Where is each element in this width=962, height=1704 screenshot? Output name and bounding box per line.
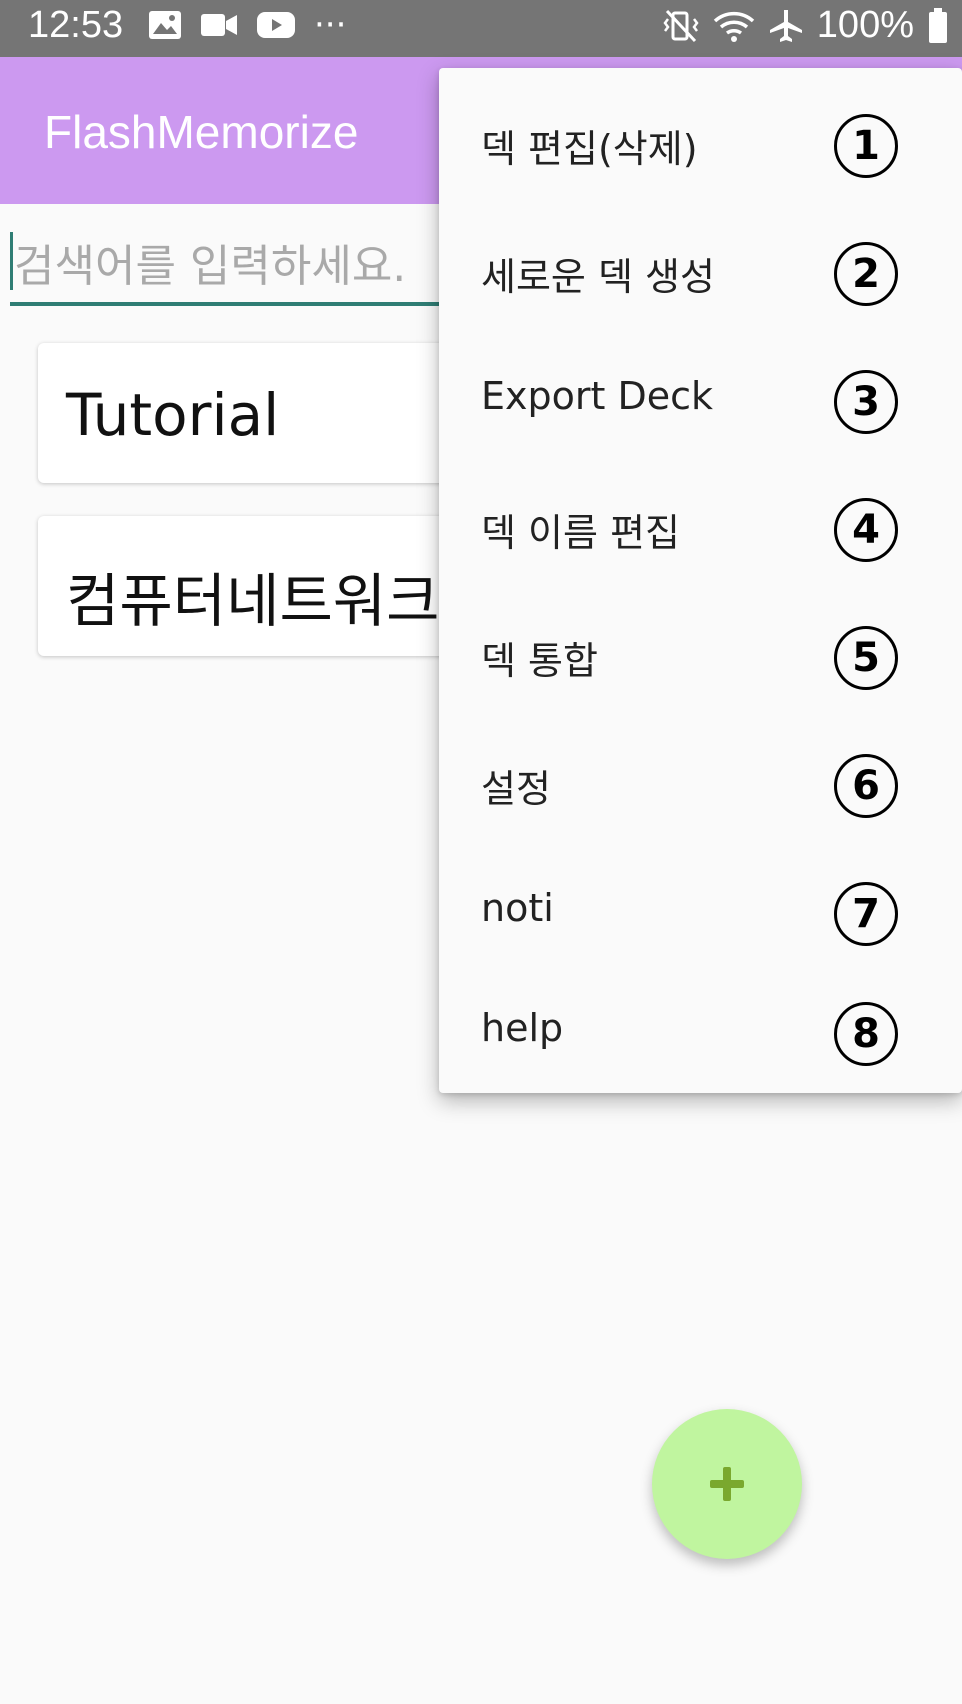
youtube-icon — [257, 12, 295, 38]
app-title: FlashMemorize — [44, 106, 359, 158]
more-dots-icon: ··· — [314, 5, 347, 45]
menu-item-label: 덱 편집(삭제) — [481, 127, 698, 171]
menu-item-noti[interactable]: noti 7 — [439, 858, 962, 968]
battery-percentage: 100% — [816, 4, 914, 46]
video-camera-icon — [201, 14, 237, 36]
deck-name: Tutorial — [66, 381, 280, 449]
number-badge: 5 — [834, 626, 898, 690]
menu-item-edit-delete-deck[interactable]: 덱 편집(삭제) 1 — [439, 90, 962, 200]
menu-item-help[interactable]: help 8 — [439, 978, 962, 1088]
notification-icons: ··· — [148, 5, 347, 45]
menu-item-label: 세로운 덱 생성 — [481, 255, 715, 299]
menu-item-settings[interactable]: 설정 6 — [439, 730, 962, 840]
number-badge: 1 — [834, 114, 898, 178]
battery-icon — [929, 7, 947, 43]
number-badge: 2 — [834, 242, 898, 306]
number-badge: 8 — [834, 1002, 898, 1066]
number-badge: 6 — [834, 754, 898, 818]
menu-item-label: noti — [481, 886, 554, 930]
number-badge: 4 — [834, 498, 898, 562]
menu-item-label: 덱 이름 편집 — [481, 511, 680, 555]
number-badge: 7 — [834, 882, 898, 946]
menu-item-export-deck[interactable]: Export Deck 3 — [439, 346, 962, 456]
overflow-menu: 덱 편집(삭제) 1 세로운 덱 생성 2 Export Deck 3 덱 이름… — [439, 68, 962, 1093]
vibrate-icon — [663, 9, 699, 42]
menu-item-merge-deck[interactable]: 덱 통합 5 — [439, 602, 962, 712]
search-underline — [10, 302, 450, 306]
menu-item-label: help — [481, 1006, 564, 1050]
menu-item-new-deck[interactable]: 세로운 덱 생성 2 — [439, 218, 962, 328]
search-input[interactable] — [10, 226, 450, 306]
plus-icon — [710, 1467, 744, 1501]
text-cursor — [10, 232, 13, 290]
status-time: 12:53 — [28, 4, 124, 46]
search-box — [10, 226, 450, 308]
deck-card-tutorial[interactable]: Tutorial — [38, 343, 498, 483]
number-badge: 3 — [834, 370, 898, 434]
deck-name: 컴퓨터네트워크 — [66, 567, 440, 635]
menu-item-rename-deck[interactable]: 덱 이름 편집 4 — [439, 474, 962, 584]
airplane-icon — [769, 9, 802, 42]
menu-item-label: 설정 — [481, 767, 551, 811]
status-bar: 12:53 ··· 100% — [0, 0, 962, 57]
add-deck-fab[interactable] — [652, 1409, 802, 1559]
system-status-icons: 100% — [663, 4, 948, 47]
menu-item-label: Export Deck — [481, 374, 714, 418]
menu-item-label: 덱 통합 — [481, 639, 598, 683]
deck-card-network[interactable]: 컴퓨터네트워크 — [38, 516, 498, 656]
wifi-icon — [713, 11, 754, 42]
image-icon — [149, 11, 181, 39]
